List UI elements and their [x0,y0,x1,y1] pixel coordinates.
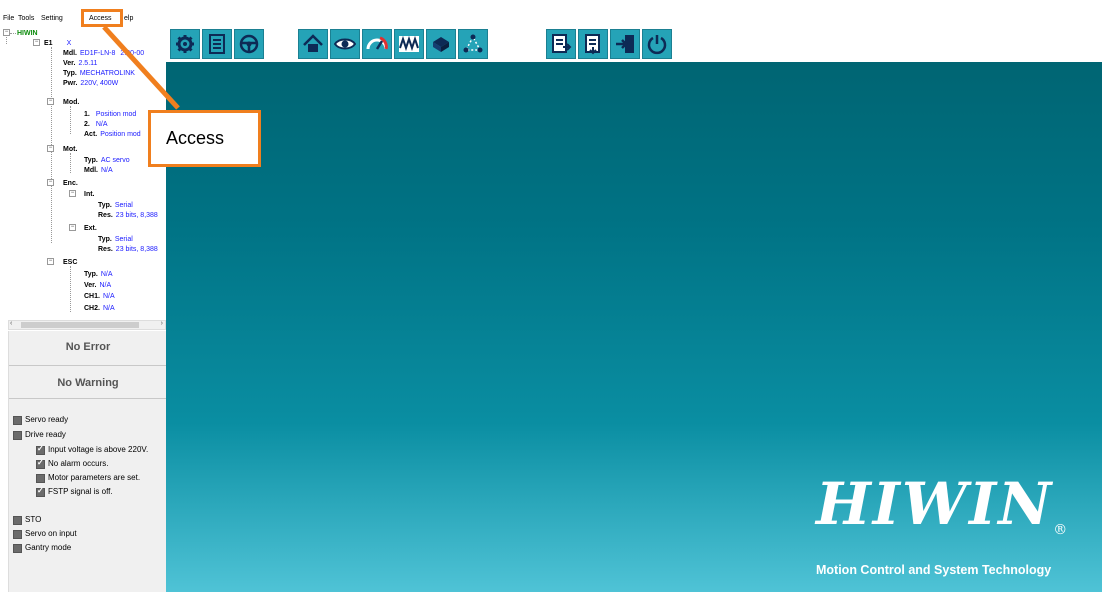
document-export-icon [552,34,572,53]
status-indicator-icon [13,415,22,425]
menu-setting[interactable]: Setting [41,14,63,24]
status-indicator-icon [36,473,45,483]
jog-button[interactable] [234,29,264,59]
tree-node-mode[interactable]: Mod. [63,98,79,107]
exit-button[interactable] [610,29,640,59]
main-workspace: HIWIN® Motion Control and System Technol… [166,28,1102,592]
status-indicator-icon [13,515,22,525]
status-indicator-icon [13,430,22,440]
status-indicator-icon [13,543,22,553]
eye-icon [334,38,356,50]
document-import-icon [585,34,600,55]
tree-leaf[interactable]: Typ. AC servo [84,156,130,165]
steering-wheel-icon [239,34,259,54]
logo-wordmark: HIWIN [816,470,1054,538]
collapse-icon[interactable]: − [47,98,54,105]
motor-icon [433,37,449,52]
access-callout: Access [148,110,261,167]
tree-leaf[interactable]: Pwr. 220V, 400W [63,79,118,88]
home-button[interactable] [298,29,328,59]
scrollbar-thumb[interactable] [21,322,139,328]
export-button[interactable] [546,29,576,59]
tree-root[interactable]: HIWIN [17,29,38,38]
status-indicator-icon [13,529,22,539]
collapse-icon[interactable]: − [47,145,54,152]
tree-horizontal-scrollbar[interactable]: ‹ › [8,320,166,330]
registered-mark: ® [1053,522,1070,538]
collapse-icon[interactable]: − [47,258,54,265]
indicator-drive-ready: Drive ready [13,430,66,440]
warning-status: No Warning [9,365,167,399]
toolbar [166,28,1102,62]
collapse-icon[interactable]: − [69,224,76,231]
tree-node-encoder[interactable]: Enc. [63,179,78,188]
scope-button[interactable] [394,29,424,59]
home-icon [303,34,323,52]
error-status: No Error [65,341,111,353]
status-panel: No Error No Warning Servo ready Drive re… [8,331,167,592]
tree-leaf[interactable]: Typ. MECHATROLINK [63,69,135,78]
tree-leaf[interactable]: Typ. Serial [98,201,133,210]
configuration-button[interactable] [170,29,200,59]
tree-node-internal[interactable]: Int. [84,190,95,199]
indicator-servo-ready: Servo ready [13,415,68,425]
gauge-icon [366,36,388,50]
scroll-left-icon[interactable]: ‹ [10,320,12,327]
hiwin-logo: HIWIN® Motion Control and System Technol… [816,474,1096,578]
parameters-button[interactable] [202,29,232,59]
tree-leaf[interactable]: Typ. Serial [98,235,133,244]
tree-leaf[interactable]: Res. 23 bits, 8,388 [98,211,158,220]
tree-leaf[interactable]: Ver. N/A [84,281,111,290]
document-list-icon [209,34,225,54]
checkmark-icon [36,486,45,497]
device-tree[interactable]: − HIWIN − E1 X Mdl. ED1F-LN-8 2.00-00 Ver. 2… [0,28,166,316]
motor-button[interactable] [426,29,456,59]
collapse-icon[interactable]: − [33,39,40,46]
checkmark-icon [36,444,45,455]
collapse-icon[interactable]: − [47,179,54,186]
tree-leaf[interactable]: Res. 23 bits, 8,388 [98,245,158,254]
indicator-input-voltage: Input voltage is above 220V. [36,444,148,455]
indicator-gantry-mode: Gantry mode [13,543,71,553]
menu-help[interactable]: elp [124,14,133,24]
collapse-icon[interactable]: − [3,29,10,36]
restart-button[interactable] [642,29,672,59]
indicator-servo-on-input: Servo on input [13,529,77,539]
access-highlight-box [81,9,123,27]
indicator-fstp: FSTP signal is off. [36,486,113,497]
tree-leaf[interactable]: Mdl. ED1F-LN-8 2.00-00 [63,49,144,58]
tree-node-axis[interactable]: E1 X [44,39,71,48]
nodes-icon [463,34,483,53]
wrench-gear-icon [176,35,194,53]
tree-leaf[interactable]: 2. N/A [84,120,108,129]
exit-door-icon [616,35,634,53]
tree-leaf[interactable]: Mdl. N/A [84,166,113,175]
tree-leaf[interactable]: Act. Position mod [84,130,141,139]
collapse-icon[interactable]: − [69,190,76,197]
waveform-icon [399,35,419,52]
menu-file[interactable]: File [3,14,14,24]
tree-leaf[interactable]: 1. Position mod [84,110,136,119]
logo-tagline: Motion Control and System Technology [816,563,1052,577]
tree-leaf[interactable]: Typ. N/A [84,270,113,279]
menu-tools[interactable]: Tools [18,14,34,24]
power-restart-icon [647,35,667,55]
indicator-sto: STO [13,515,41,525]
checkmark-icon [36,458,45,469]
indicator-no-alarm: No alarm occurs. [36,458,108,469]
monitor-button[interactable] [330,29,360,59]
tree-leaf[interactable]: CH1. N/A [84,292,115,301]
menu-bar: File Tools Setting Access elp [0,0,1102,28]
indicator-motor-params: Motor parameters are set. [36,473,140,483]
tree-leaf[interactable]: Ver. 2.5.11 [63,59,97,68]
tree-leaf[interactable]: CH2. N/A [84,304,115,313]
import-button[interactable] [578,29,608,59]
scroll-right-icon[interactable]: › [161,320,163,327]
gauge-button[interactable] [362,29,392,59]
tree-node-external[interactable]: Ext. [84,224,97,233]
network-button[interactable] [458,29,488,59]
